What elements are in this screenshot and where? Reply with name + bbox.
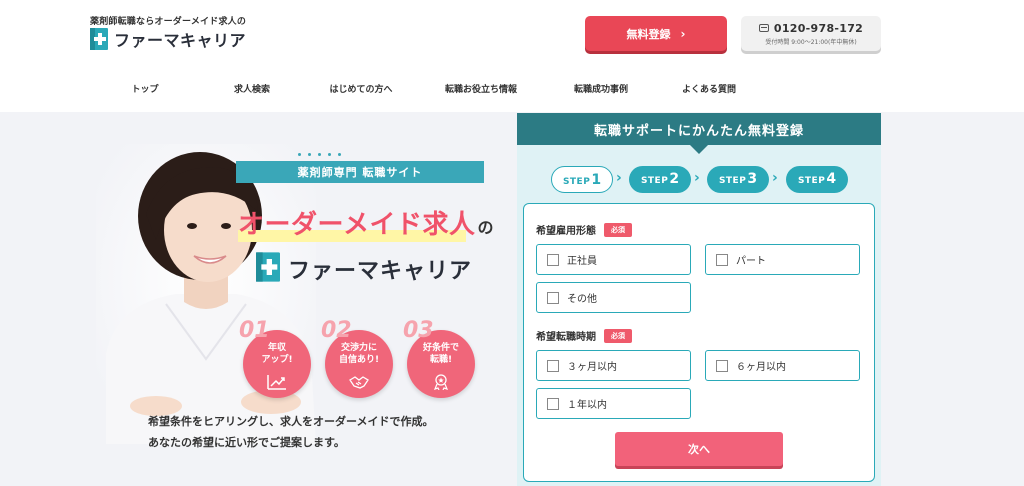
- employment-type-label: 希望雇用形態 必須: [536, 222, 632, 237]
- step-2: STEP 2: [629, 166, 691, 193]
- step-number: 4: [826, 171, 837, 187]
- point-number: 03: [403, 318, 434, 343]
- option-label: パート: [736, 256, 766, 267]
- step-label: STEP: [562, 177, 591, 187]
- step-label: STEP: [797, 176, 826, 186]
- nav-item-faq[interactable]: よくある質問: [682, 82, 736, 95]
- checkbox[interactable]: [547, 253, 559, 266]
- nav-item-success-stories[interactable]: 転職成功事例: [574, 82, 628, 95]
- pharmacy-cross-icon: [90, 28, 108, 50]
- option-within-1-year[interactable]: １年以内: [536, 388, 691, 419]
- chevron-right-icon: ›: [694, 170, 700, 186]
- checkbox[interactable]: [547, 397, 559, 410]
- option-label: ６ヶ月以内: [736, 362, 786, 373]
- point-text: 交渉力に 自信あり!: [338, 343, 380, 365]
- option-within-6-months[interactable]: ６ヶ月以内: [705, 350, 860, 381]
- pharmacy-cross-icon: [256, 252, 280, 286]
- site-header: 薬剤師転職ならオーダーメイド求人の ファーマキャリア 無料登録 › 0120-9…: [0, 0, 1024, 112]
- option-other[interactable]: その他: [536, 282, 691, 313]
- point-good-conditions: 03 好条件で 転職!: [403, 318, 475, 398]
- next-button[interactable]: 次へ: [615, 432, 783, 466]
- headline-suffix: の: [477, 218, 494, 237]
- step-3: STEP 3: [707, 166, 769, 193]
- hero-headline: オーダーメイド求人の: [238, 204, 494, 241]
- checkbox[interactable]: [547, 359, 559, 372]
- tel-hours: 受付時間 9:00～21:00(年中無休): [765, 38, 857, 46]
- site-logo[interactable]: ファーマキャリア: [90, 27, 246, 51]
- option-label: その他: [567, 294, 597, 305]
- panel-notch: [690, 145, 708, 154]
- hero-brand: ファーマキャリア: [256, 252, 472, 286]
- handshake-icon: [349, 374, 369, 390]
- register-label: 無料登録: [626, 27, 671, 41]
- hero-brand-text: ファーマキャリア: [288, 259, 473, 284]
- step-label: STEP: [718, 176, 747, 186]
- tel-number: 0120-978-172: [773, 21, 864, 35]
- step-number: 1: [591, 172, 602, 188]
- checkbox[interactable]: [547, 291, 559, 304]
- nav-item-useful-info[interactable]: 転職お役立ち情報: [445, 82, 517, 95]
- free-register-button[interactable]: 無料登録 ›: [585, 16, 727, 51]
- required-badge: 必須: [604, 328, 632, 343]
- option-part-time[interactable]: パート: [705, 244, 860, 275]
- header-tagline: 薬剤師転職ならオーダーメイド求人の: [90, 17, 247, 27]
- question-text: 希望転職時期: [536, 332, 596, 343]
- pharmacist-photo: [96, 144, 316, 444]
- step-label: STEP: [640, 176, 669, 186]
- chevron-right-icon: ›: [680, 26, 686, 41]
- point-number: 02: [321, 318, 352, 343]
- decor-dots: [298, 153, 341, 156]
- chevron-right-icon: ›: [616, 170, 622, 186]
- option-within-3-months[interactable]: ３ヶ月以内: [536, 350, 691, 381]
- checkbox[interactable]: [716, 359, 728, 372]
- question-text: 希望雇用形態: [536, 226, 596, 237]
- chart-up-icon: [267, 374, 287, 390]
- point-salary-up: 01 年収 アップ!: [239, 318, 311, 398]
- logo-text: ファーマキャリア: [114, 31, 247, 50]
- change-timing-label: 希望転職時期 必須: [536, 328, 632, 343]
- point-negotiation: 02 交渉力に 自信あり!: [321, 318, 393, 398]
- medal-icon: [431, 374, 451, 391]
- nav-item-job-search[interactable]: 求人検索: [234, 82, 270, 95]
- point-text: 好条件で 転職!: [422, 343, 459, 365]
- step-4: STEP 4: [786, 166, 848, 193]
- option-label: １年以内: [567, 400, 607, 411]
- required-badge: 必須: [604, 222, 632, 237]
- option-full-time[interactable]: 正社員: [536, 244, 691, 275]
- phone-contact[interactable]: 0120-978-172 受付時間 9:00～21:00(年中無休): [741, 16, 881, 51]
- chevron-right-icon: ›: [772, 170, 778, 186]
- nav-item-top[interactable]: トップ: [131, 82, 158, 95]
- step-number: 2: [669, 171, 680, 187]
- point-number: 01: [239, 318, 270, 343]
- point-text: 年収 アップ!: [261, 343, 293, 365]
- hero-description: 希望条件をヒアリングし、求人をオーダーメイドで作成。 あなたの希望に近い形でご提…: [148, 415, 434, 449]
- headline-main: オーダーメイド求人: [238, 210, 476, 240]
- step-1: STEP 1: [551, 166, 613, 193]
- register-panel-title: 転職サポートにかんたん無料登録: [517, 113, 881, 145]
- option-label: ３ヶ月以内: [567, 362, 617, 373]
- hero-badge: 薬剤師専門 転職サイト: [236, 161, 484, 183]
- nav-item-first-time[interactable]: はじめての方へ: [329, 82, 392, 95]
- step-number: 3: [747, 171, 758, 187]
- option-label: 正社員: [567, 256, 597, 267]
- checkbox[interactable]: [716, 253, 728, 266]
- phone-icon: [758, 24, 769, 32]
